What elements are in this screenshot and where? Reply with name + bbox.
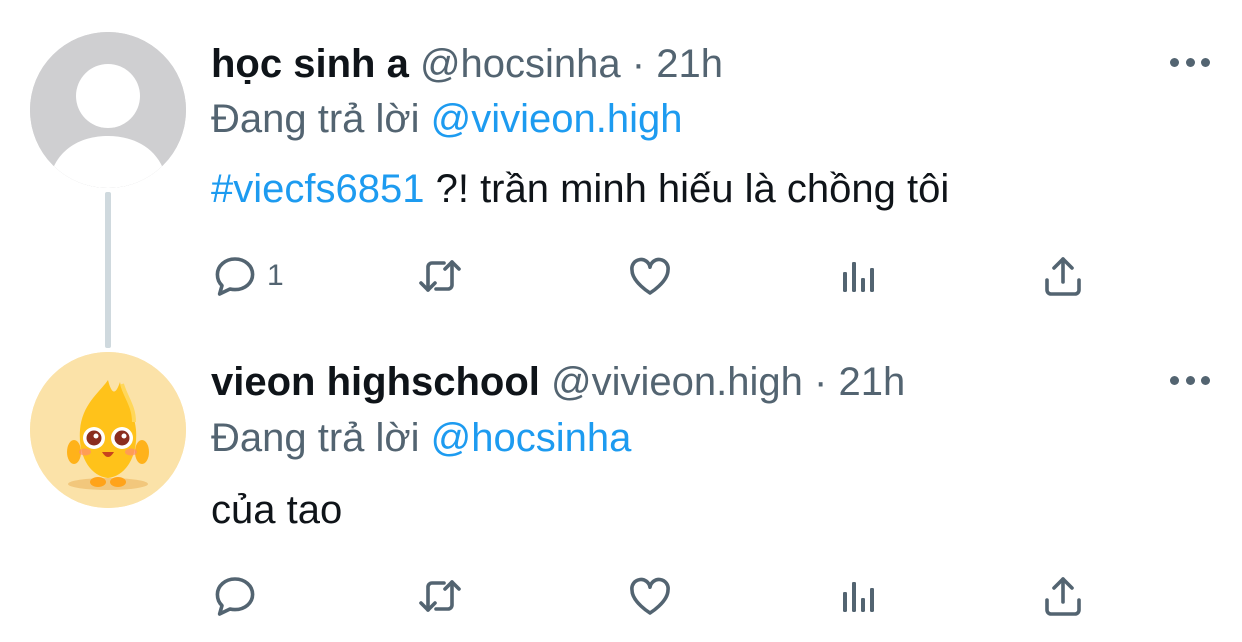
timestamp[interactable]: 21h [838,360,905,404]
default-avatar-icon [30,32,186,188]
like-button[interactable] [626,570,674,622]
avatar[interactable] [30,352,186,508]
replying-label: Đang trả lời [211,97,420,141]
analytics-button[interactable] [833,570,881,622]
tweet-header: vieon highschool @vivieon.high · 21h [211,358,905,406]
retweet-button[interactable] [416,570,464,622]
like-button[interactable] [626,250,674,302]
retweet-icon [419,260,461,292]
tweet[interactable]: học sinh a @hocsinha · 21h Đang trả lời … [0,0,1242,348]
tweet-body: ?! trần minh hiếu là chồng tôi [424,167,950,211]
separator-dot: · [814,360,828,404]
action-bar: 1 [211,250,1111,302]
share-button[interactable] [1039,250,1087,302]
more-options-icon[interactable] [1168,370,1212,390]
reply-count: 1 [267,259,284,292]
action-bar [211,570,1111,622]
comment-icon [215,257,255,296]
heart-icon [630,257,670,295]
avatar[interactable] [30,32,186,188]
share-icon [1045,577,1081,616]
thread-line [105,192,111,348]
comment-icon [215,577,255,616]
mascot-avatar-icon [30,352,186,508]
hashtag-link[interactable]: #viecfs6851 [211,167,424,211]
separator-dot: · [631,42,646,86]
reply-button[interactable]: 1 [211,250,284,302]
tweet[interactable]: vieon highschool @vivieon.high · 21h Đan… [0,330,1242,642]
heart-icon [630,577,670,615]
reply-mention-link[interactable]: @vivieon.high [431,97,683,141]
tweet-text: #viecfs6851 ?! trần minh hiếu là chồng t… [211,165,949,213]
timestamp[interactable]: 21h [656,42,723,86]
display-name[interactable]: học sinh a [211,42,409,86]
display-name[interactable]: vieon highschool [211,360,540,404]
user-handle[interactable]: @vivieon.high [551,360,803,404]
share-button[interactable] [1039,570,1087,622]
replying-to-line: Đang trả lời @vivieon.high [211,95,683,143]
more-options-icon[interactable] [1168,52,1212,72]
user-handle[interactable]: @hocsinha [420,42,621,86]
analytics-icon [843,262,874,292]
reply-button[interactable] [211,570,267,622]
retweet-icon [419,580,461,612]
retweet-button[interactable] [416,250,464,302]
tweet-text: của tao [211,488,343,532]
replying-label: Đang trả lời [211,416,420,460]
replying-to-line: Đang trả lời @hocsinha [211,414,631,462]
analytics-button[interactable] [833,250,881,302]
share-icon [1045,257,1081,296]
tweet-header: học sinh a @hocsinha · 21h [211,40,723,88]
reply-mention-link[interactable]: @hocsinha [431,416,632,460]
analytics-icon [843,582,874,612]
